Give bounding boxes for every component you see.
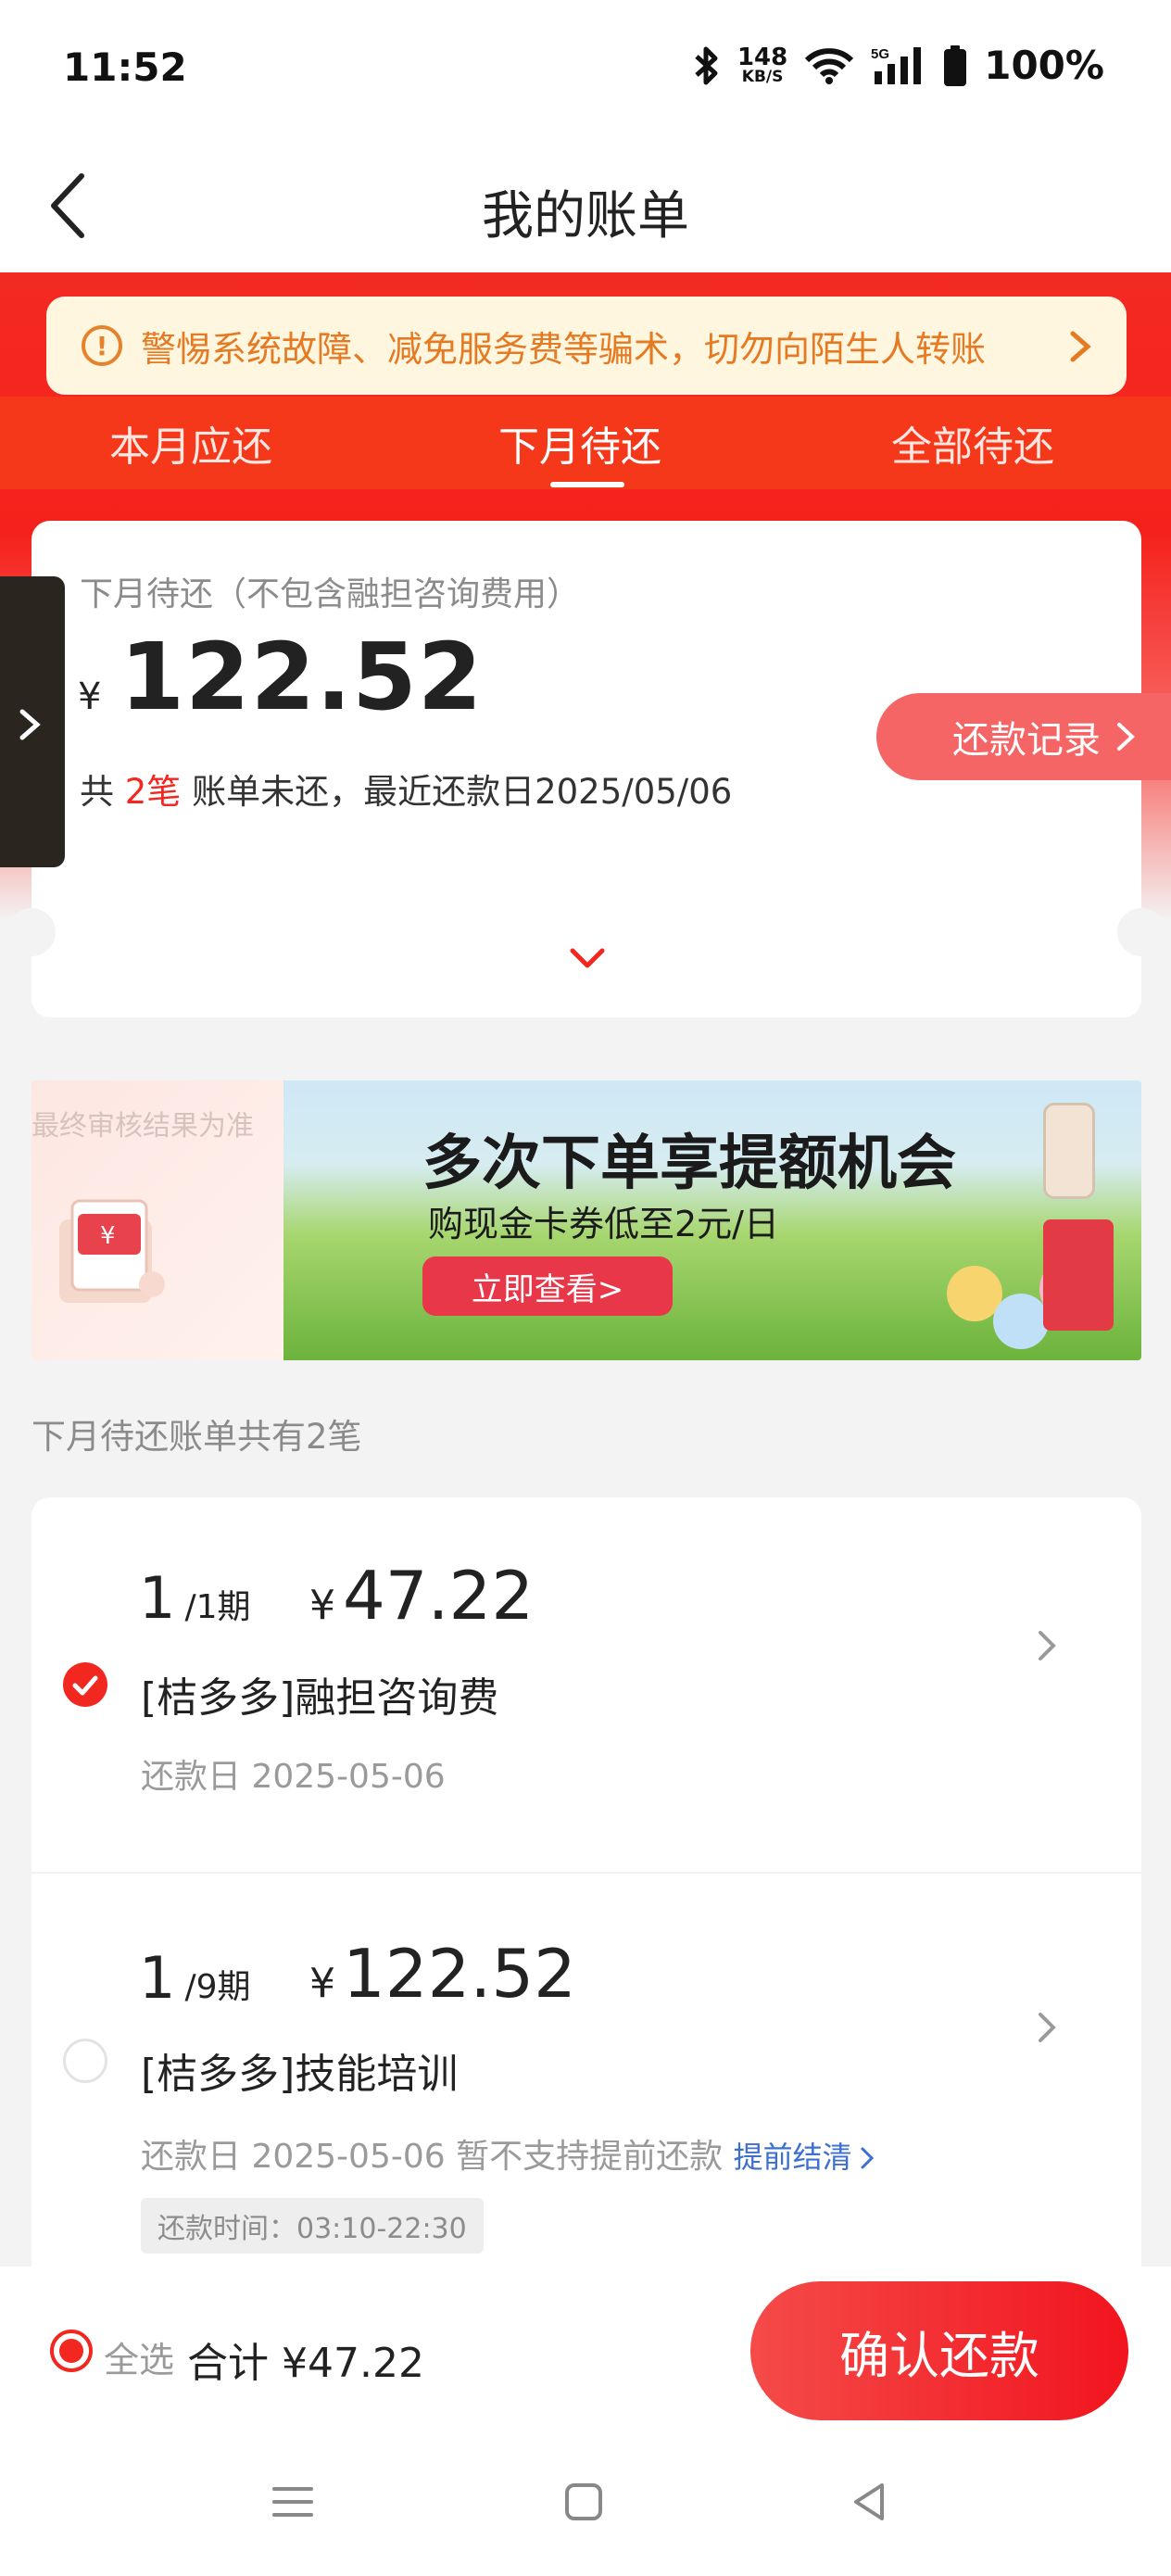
- select-all-label[interactable]: 全选: [104, 2331, 174, 2382]
- back-nav-icon[interactable]: [847, 2480, 891, 2524]
- bill-name: [桔多多]融担咨询费: [141, 1674, 499, 1722]
- bluetooth-icon: [695, 46, 718, 84]
- confirm-repay-button[interactable]: 确认还款: [750, 2281, 1128, 2420]
- early-settle-link[interactable]: 提前结清: [734, 2140, 852, 2175]
- bill-checkbox-unchecked[interactable]: [63, 2039, 107, 2083]
- chevron-right-icon: [1070, 331, 1091, 362]
- fraud-notice[interactable]: ! 警惕系统故障、减免服务费等骗术，切勿向陌生人转账: [46, 297, 1127, 395]
- summary-subtitle: 下月待还（不包含融担咨询费用）: [80, 575, 581, 613]
- bill-name: [桔多多]技能培训: [141, 2051, 459, 2098]
- card-notch: [7, 908, 56, 956]
- currency-symbol: ¥: [78, 676, 102, 718]
- promo-banner[interactable]: 最终审核结果为准 ¥ 多次下单享提额机会 购现金卡券低至2元/日 立即查看>: [31, 1080, 1141, 1360]
- summary-amount: ¥ 122.52: [78, 623, 483, 731]
- select-all-checkbox[interactable]: [50, 2330, 93, 2372]
- wifi-icon: [805, 47, 854, 84]
- notice-text: 警惕系统故障、减免服务费等骗术，切勿向陌生人转账: [141, 328, 987, 370]
- tab-this-month[interactable]: 本月应还: [109, 413, 272, 473]
- promo-banner-left: 最终审核结果为准 ¥: [31, 1080, 283, 1360]
- side-drawer-handle[interactable]: [0, 576, 65, 867]
- menu-icon[interactable]: [271, 2480, 315, 2524]
- svg-text:¥: ¥: [100, 1222, 116, 1250]
- red-envelope-icon: ¥: [59, 1199, 165, 1303]
- page-title: 我的账单: [482, 186, 689, 246]
- banner-title: 多次下单享提额机会: [422, 1130, 956, 1198]
- tab-next-month[interactable]: 下月待还: [498, 413, 661, 473]
- svg-text:5G: 5G: [871, 46, 889, 62]
- bill-due-date: 还款日 2025-05-06 暂不支持提前还款 提前结清: [141, 2129, 876, 2178]
- signal-icon: 5G: [871, 46, 922, 84]
- check-icon: [72, 1675, 98, 1696]
- promo-banner-main: 多次下单享提额机会 购现金卡券低至2元/日 立即查看>: [283, 1080, 1141, 1360]
- repayment-record-button[interactable]: 还款记录: [876, 693, 1171, 780]
- app-header: 我的账单: [0, 139, 1171, 272]
- system-nav-bar: [0, 2433, 1171, 2576]
- tab-all[interactable]: 全部待还: [891, 413, 1054, 473]
- chevron-right-icon: [861, 2147, 874, 2169]
- bill-amount: ¥ 122.52: [309, 1935, 576, 2013]
- battery-icon: [944, 44, 967, 86]
- bill-item[interactable]: 1 /9期 ¥ 122.52 [桔多多]技能培训 还款日 2025-05-06 …: [31, 1875, 1141, 2267]
- bill-item[interactable]: 1 /1期 ¥ 47.22 [桔多多]融担咨询费 还款日 2025-05-06: [31, 1497, 1141, 1874]
- status-bar: 11:52 148 KB/S 5G 100%: [0, 0, 1171, 139]
- chevron-right-icon: [1039, 1631, 1056, 1661]
- repay-time-window: 还款时间：03:10-22:30: [141, 2198, 484, 2254]
- status-time: 11:52: [63, 44, 187, 90]
- record-button-label: 还款记录: [952, 719, 1101, 762]
- warning-icon: !: [82, 325, 122, 366]
- battery-level: 100%: [984, 43, 1104, 88]
- banner-view-button[interactable]: 立即查看>: [422, 1256, 673, 1316]
- flower-decoration: [993, 1294, 1049, 1349]
- active-tab-indicator: [550, 482, 624, 487]
- card-notch: [1117, 908, 1165, 956]
- bill-checkbox-checked[interactable]: [63, 1662, 107, 1707]
- status-icons: 148 KB/S 5G 100%: [693, 43, 1104, 88]
- gift-card-image: [1043, 1219, 1114, 1331]
- bill-tabs: 本月应还 下月待还 全部待还: [0, 397, 1171, 489]
- amount-value: 122.52: [120, 623, 484, 731]
- chevron-right-icon: [1039, 2013, 1056, 2042]
- checkout-bar: 全选 合计 ¥47.22 确认还款: [0, 2267, 1171, 2433]
- bill-period: 1 /1期: [139, 1564, 251, 1632]
- bill-period: 1 /9期: [139, 1944, 251, 2012]
- banner-subtitle: 购现金卡券低至2元/日: [428, 1204, 779, 1244]
- bill-count: 2笔: [124, 772, 182, 812]
- bill-list: 1 /1期 ¥ 47.22 [桔多多]融担咨询费 还款日 2025-05-06 …: [31, 1497, 1141, 2267]
- chevron-right-icon: [1117, 723, 1135, 751]
- list-caption: 下月待还账单共有2笔: [31, 1417, 362, 1457]
- summary-card: 下月待还（不包含融担咨询费用） ¥ 122.52 共 2笔 账单未还，最近还款日…: [7, 521, 1171, 1017]
- bill-due-date: 还款日 2025-05-06: [141, 1758, 446, 1796]
- expand-chevron-icon[interactable]: [567, 945, 608, 973]
- phone-image: [1043, 1103, 1095, 1199]
- banner-hint: 最终审核结果为准: [31, 1110, 254, 1143]
- total-amount: 合计 ¥47.22: [187, 2340, 424, 2387]
- home-icon[interactable]: [561, 2480, 606, 2524]
- bill-amount: ¥ 47.22: [309, 1557, 535, 1635]
- chevron-right-icon: [19, 709, 41, 740]
- net-speed: 148 KB/S: [737, 44, 788, 86]
- summary-info: 共 2笔 账单未还，最近还款日2025/05/06: [80, 772, 733, 812]
